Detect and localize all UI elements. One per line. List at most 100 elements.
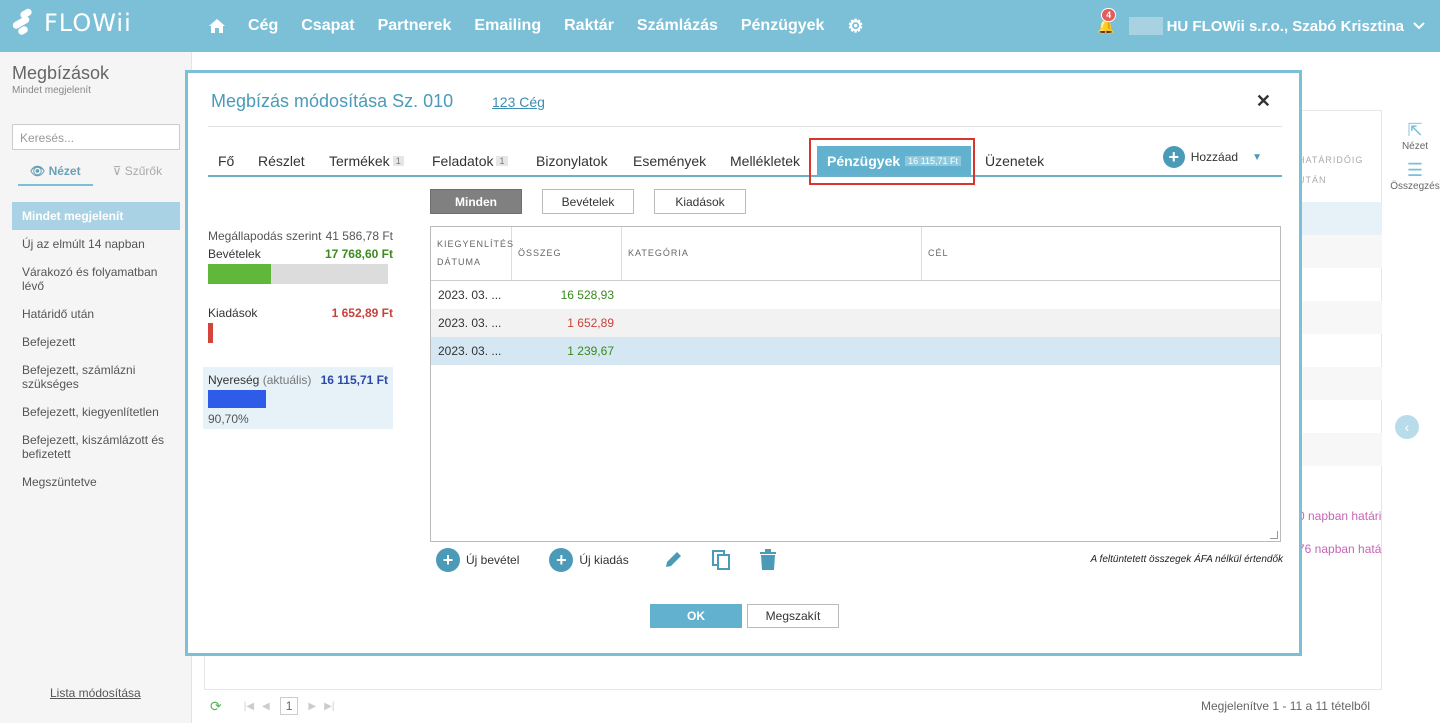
plus-icon[interactable]: + bbox=[549, 548, 574, 572]
row-amount: 16 528,93 bbox=[560, 288, 614, 302]
logo-text: FLOWii bbox=[44, 9, 132, 37]
sidebar-item-new[interactable]: Új az elmúlt 14 napban bbox=[12, 230, 180, 258]
sidebar-item-waiting[interactable]: Várakozó és folyamatban lévő bbox=[12, 258, 180, 300]
bell-icon[interactable]: 🔔 4 bbox=[1097, 7, 1117, 35]
nav-item-szamlazas[interactable]: Számlázás bbox=[637, 17, 718, 35]
pencil-icon[interactable] bbox=[663, 550, 683, 570]
user-name: HU FLOWii s.r.o., Szabó Krisztina bbox=[1166, 17, 1404, 35]
pager-info: Megjelenítve 1 - 11 a 11 tételből bbox=[1201, 699, 1370, 713]
new-expense-button[interactable]: Új kiadás bbox=[579, 553, 628, 567]
table-row-selected[interactable]: 2023. 03. ... 1 239,67 bbox=[431, 337, 1280, 365]
background-row bbox=[1302, 235, 1382, 268]
table-row[interactable]: 2023. 03. ... 1 652,89 bbox=[431, 309, 1280, 337]
table-row[interactable]: 2023. 03. ... 16 528,93 bbox=[431, 281, 1280, 309]
prev-page-icon[interactable]: ◀ bbox=[262, 701, 270, 712]
background-row-text: 76 napban hatá bbox=[1298, 542, 1382, 556]
tab-view[interactable]: 👁 Nézet bbox=[18, 164, 93, 186]
plus-icon[interactable]: + bbox=[436, 548, 460, 572]
nav-item-penzugyek[interactable]: Pénzügyek bbox=[741, 17, 825, 35]
nav-item-ceg[interactable]: Cég bbox=[248, 17, 278, 35]
finance-summary: Megállapodás szerint 41 586,78 Ft Bevéte… bbox=[203, 229, 398, 429]
expense-bar bbox=[208, 323, 213, 343]
row-amount: 1 652,89 bbox=[567, 316, 614, 330]
background-row-selected bbox=[1302, 202, 1382, 235]
table-header: KIEGYENLÍTÉS DÁTUMA ÖSSZEG KATEGÓRIA CÉL bbox=[431, 227, 1280, 281]
sidebar-item-to-invoice[interactable]: Befejezett, számlázni szükséges bbox=[12, 356, 180, 398]
profit-bar bbox=[208, 390, 266, 408]
chevron-left-icon[interactable]: ‹ bbox=[1395, 415, 1419, 439]
tab-filters[interactable]: ⊽ Szűrők bbox=[113, 164, 174, 186]
tab-termekek[interactable]: Termékek 1 bbox=[329, 153, 404, 169]
tab-reszlet[interactable]: Részlet bbox=[258, 153, 305, 169]
sidebar-title: Megbízások bbox=[12, 63, 110, 83]
row-date: 2023. 03. ... bbox=[438, 316, 502, 330]
tab-feladatok[interactable]: Feladatok 1 bbox=[432, 153, 508, 169]
page-number[interactable]: 1 bbox=[279, 697, 299, 715]
sidebar-item-overdue[interactable]: Határidő után bbox=[12, 300, 180, 328]
tab-esemenyek[interactable]: Események bbox=[633, 153, 706, 169]
tab-uzenetek[interactable]: Üzenetek bbox=[985, 153, 1044, 169]
add-button[interactable]: + Hozzáad ▼ bbox=[1162, 146, 1262, 168]
company-link[interactable]: 123 Cég bbox=[492, 94, 545, 110]
resize-handle[interactable] bbox=[1270, 531, 1278, 539]
sidebar-subtitle: Mindet megjelenít bbox=[12, 85, 91, 96]
nav-item-raktar[interactable]: Raktár bbox=[564, 17, 614, 35]
sidebar-item-all[interactable]: Mindet megjelenít bbox=[12, 202, 180, 230]
tab-label: Mellékletek bbox=[730, 153, 801, 169]
last-page-icon[interactable]: ▶| bbox=[324, 701, 334, 712]
tab-filters-label: Szűrők bbox=[124, 164, 163, 178]
expense-label: Kiadások bbox=[208, 306, 258, 320]
agreement-value: 41 586,78 Ft bbox=[325, 229, 393, 243]
new-income-button[interactable]: Új bevétel bbox=[466, 553, 519, 567]
filter-all-button[interactable]: Minden bbox=[430, 189, 522, 214]
sidebar-item-finished[interactable]: Befejezett bbox=[12, 328, 180, 356]
tab-label: Feladatok bbox=[432, 153, 494, 169]
close-icon[interactable]: ✕ bbox=[1256, 91, 1271, 112]
sidebar-item-cancelled[interactable]: Megszüntetve bbox=[12, 468, 180, 496]
tab-mellekletek[interactable]: Mellékletek bbox=[730, 153, 800, 169]
col-amount[interactable]: ÖSSZEG bbox=[512, 227, 622, 280]
home-icon[interactable] bbox=[208, 18, 226, 34]
background-col-header-1: HATÁRIDŐIG bbox=[1298, 155, 1364, 165]
tab-label: Üzenetek bbox=[985, 153, 1045, 169]
sidebar-item-paid[interactable]: Befejezett, kiszámlázott és befizetett bbox=[12, 426, 180, 468]
search-input[interactable]: Keresés... bbox=[12, 124, 180, 150]
background-row bbox=[1302, 301, 1382, 334]
list-icon[interactable]: ☰ bbox=[1390, 160, 1440, 181]
tab-fo[interactable]: Fő bbox=[218, 153, 234, 169]
next-page-icon[interactable]: ▶ bbox=[308, 701, 316, 712]
refresh-icon[interactable]: ⟳ bbox=[210, 698, 222, 715]
eye-icon: 👁 bbox=[30, 164, 49, 178]
caret-down-icon[interactable]: ▼ bbox=[1252, 152, 1262, 163]
user-menu[interactable]: 🔔 4 HU FLOWii s.r.o., Szabó Krisztina bbox=[1097, 0, 1426, 52]
tab-bizonylatok[interactable]: Bizonylatok bbox=[536, 153, 608, 169]
chevron-down-icon[interactable] bbox=[1412, 21, 1426, 31]
nav-item-partnerek[interactable]: Partnerek bbox=[378, 17, 452, 35]
vat-note: A feltüntetett összegek ÁFA nélkül érten… bbox=[1090, 554, 1283, 565]
ok-button[interactable]: OK bbox=[650, 604, 742, 628]
agreement-label: Megállapodás szerint bbox=[208, 229, 322, 243]
filter-expense-button[interactable]: Kiadások bbox=[654, 189, 746, 214]
logo[interactable]: FLOWii bbox=[11, 7, 132, 37]
tab-label: Események bbox=[633, 153, 707, 169]
col-goal[interactable]: CÉL bbox=[922, 227, 1280, 280]
first-page-icon[interactable]: |◀ bbox=[244, 701, 254, 712]
divider bbox=[208, 126, 1282, 127]
copy-icon[interactable] bbox=[711, 549, 731, 571]
modal-title: Megbízás módosítása Sz. 010 bbox=[211, 91, 454, 111]
nav-item-csapat[interactable]: Csapat bbox=[301, 17, 354, 35]
col-date[interactable]: KIEGYENLÍTÉS DÁTUMA bbox=[431, 227, 515, 280]
external-link-icon[interactable]: ⇱ bbox=[1390, 120, 1440, 141]
filter-income-button[interactable]: Bevételek bbox=[542, 189, 634, 214]
cancel-button[interactable]: Megszakít bbox=[747, 604, 839, 628]
trash-icon[interactable] bbox=[759, 549, 777, 571]
sidebar-item-unpaid[interactable]: Befejezett, kiegyenlítetlen bbox=[12, 398, 180, 426]
col-date-label-1: KIEGYENLÍTÉS bbox=[437, 239, 515, 249]
highlight-box bbox=[809, 138, 975, 185]
col-category[interactable]: KATEGÓRIA bbox=[622, 227, 922, 280]
nav-item-emailing[interactable]: Emailing bbox=[474, 17, 541, 35]
income-value: 17 768,60 Ft bbox=[324, 247, 393, 261]
tab-label: Bizonylatok bbox=[536, 153, 608, 169]
gear-icon[interactable]: ⚙ bbox=[847, 16, 863, 37]
edit-list-link[interactable]: Lista módosítása bbox=[50, 686, 141, 700]
